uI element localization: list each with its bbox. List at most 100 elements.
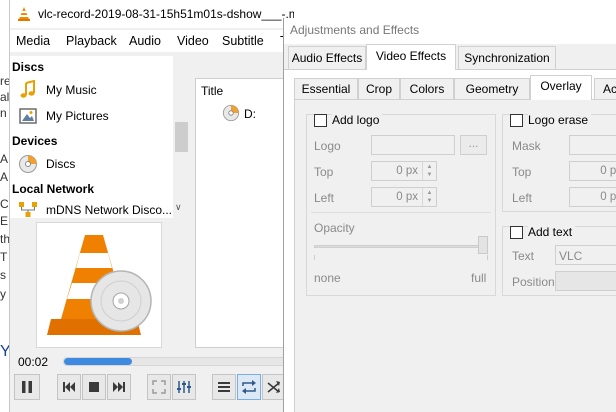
add-logo-label: Add logo <box>332 113 383 127</box>
album-artwork <box>36 222 162 348</box>
vlc-title-bar[interactable]: vlc-record-2019-08-31-15h51m01s-dshow___… <box>10 0 294 28</box>
sidebar-item-label: mDNS Network Disco... <box>46 203 173 217</box>
pause-icon <box>22 381 32 393</box>
tab-crop[interactable]: Crop <box>358 78 400 100</box>
slider-ticks <box>314 255 488 260</box>
erase-top-spinbox[interactable]: 0 px <box>569 161 616 181</box>
fullscreen-button[interactable] <box>147 374 171 400</box>
disc-icon <box>222 104 240 122</box>
loop-button[interactable] <box>237 374 261 400</box>
dialog-title-bar[interactable]: Adjustments and Effects <box>284 18 616 44</box>
browse-logo-button[interactable]: ... <box>460 135 487 155</box>
seek-slider[interactable] <box>63 357 291 366</box>
menu-audio[interactable]: Audio <box>129 34 161 48</box>
logo-left-value: 0 px <box>396 191 418 203</box>
tab-video-effects[interactable]: Video Effects <box>366 44 456 70</box>
menu-video[interactable]: Video <box>177 34 209 48</box>
vlc-main-window: vlc-record-2019-08-31-15h51m01s-dshow___… <box>9 0 294 412</box>
erase-left-spinbox[interactable]: 0 px <box>569 187 616 207</box>
vlc-menu-bar: Media Playback Audio Video Subtitle T <box>10 30 294 52</box>
dialog-title: Adjustments and Effects <box>290 23 420 37</box>
logo-erase-checkbox[interactable] <box>510 114 523 127</box>
pictures-icon <box>19 108 37 124</box>
overlay-text-input[interactable]: VLC <box>555 245 616 265</box>
loop-icon <box>242 380 256 394</box>
previous-button[interactable] <box>57 374 81 400</box>
menu-playback[interactable]: Playback <box>66 34 117 48</box>
adjustments-effects-dialog: Adjustments and Effects Audio Effects Vi… <box>283 18 616 412</box>
video-subtabs: Essential Crop Colors Geometry Overlay A… <box>294 75 616 100</box>
elapsed-time: 00:02 <box>18 355 49 369</box>
vlc-sidebar: Discs My Music My Pictures Devices Discs… <box>10 56 188 218</box>
position-select[interactable] <box>555 271 616 291</box>
stop-button[interactable] <box>82 374 106 400</box>
add-text-checkbox[interactable] <box>510 226 523 239</box>
background-page-strip: re al n A A C E th T s y Y <box>0 0 11 412</box>
tab-geometry[interactable]: Geometry <box>454 78 530 100</box>
background-text: y <box>0 287 6 301</box>
background-text: s <box>0 268 6 282</box>
sidebar-header-devices: Devices <box>12 134 58 148</box>
playlist-toggle-button[interactable] <box>212 374 236 400</box>
next-button[interactable] <box>107 374 131 400</box>
vlc-cone-icon <box>18 7 30 21</box>
tab-overlay[interactable]: Overlay <box>530 75 592 100</box>
erase-top-value: 0 px <box>600 165 616 177</box>
mask-path-input[interactable] <box>569 135 616 155</box>
mask-label: Mask <box>512 139 541 153</box>
sidebar-item-label: Discs <box>46 157 76 171</box>
extended-settings-button[interactable] <box>172 374 196 400</box>
sidebar-scrollbar-thumb[interactable] <box>175 122 188 152</box>
background-text: A <box>0 152 9 166</box>
menu-subtitle[interactable]: Subtitle <box>222 34 264 48</box>
sidebar-item-discs[interactable]: Discs <box>18 153 178 175</box>
music-note-icon <box>20 80 35 98</box>
sidebar-header-local-network: Local Network <box>12 182 95 196</box>
logo-left-spinbox[interactable]: 0 px ▲ ▼ <box>371 187 437 207</box>
opacity-min-label: none <box>314 271 341 285</box>
sidebar-item-my-pictures[interactable]: My Pictures <box>18 105 178 127</box>
playlist-column-title[interactable]: Title <box>201 84 223 98</box>
sidebar-item-my-music[interactable]: My Music <box>18 79 178 101</box>
background-text: al <box>0 90 10 104</box>
sidebar-item-label: My Music <box>46 83 97 97</box>
main-tabs: Audio Effects Video Effects Synchronizat… <box>284 44 616 70</box>
tab-advanced[interactable]: Ac <box>594 78 616 100</box>
logo-top-spinbox[interactable]: 0 px ▲ ▼ <box>371 161 437 181</box>
spin-arrows-icon[interactable]: ▲ ▼ <box>422 188 436 206</box>
logo-path-input[interactable] <box>371 135 455 155</box>
menu-media[interactable]: Media <box>16 34 50 48</box>
background-text: T <box>0 250 8 264</box>
divider <box>311 212 491 213</box>
tab-audio-effects[interactable]: Audio Effects <box>288 46 366 70</box>
logo-top-value: 0 px <box>396 165 418 177</box>
tab-synchronization[interactable]: Synchronization <box>458 46 556 70</box>
chevron-down-icon[interactable]: ∨ <box>175 202 182 213</box>
play-pause-button[interactable] <box>14 374 40 400</box>
add-text-group: Add text Text VLC Position <box>502 225 616 296</box>
opacity-max-label: full <box>471 271 487 285</box>
stop-icon <box>89 382 99 392</box>
add-logo-checkbox[interactable] <box>314 114 327 127</box>
playlist-item-label: D: <box>244 107 256 121</box>
opacity-slider-thumb[interactable] <box>478 236 488 254</box>
sidebar-item-mdns[interactable]: mDNS Network Disco... <box>18 199 178 221</box>
text-field-label: Text <box>512 249 535 263</box>
opacity-slider-track[interactable] <box>314 245 488 248</box>
background-text: C <box>0 197 9 211</box>
tab-colors[interactable]: Colors <box>400 78 454 100</box>
playlist-item[interactable]: D: <box>222 104 282 124</box>
sidebar-scrollbar[interactable]: ∨ <box>173 56 188 218</box>
vlc-window-title: vlc-record-2019-08-31-15h51m01s-dshow___… <box>38 7 294 21</box>
tab-essential[interactable]: Essential <box>294 78 358 100</box>
logo-erase-label: Logo erase <box>528 113 592 127</box>
add-text-label: Add text <box>528 225 576 239</box>
extended-settings-icon <box>177 381 191 393</box>
shuffle-icon <box>267 381 280 393</box>
spin-arrows-icon[interactable]: ▲ ▼ <box>422 162 436 180</box>
playlist-panel: Title D: <box>195 78 291 348</box>
opacity-label: Opacity <box>314 221 355 235</box>
seek-progress-fill <box>64 358 132 365</box>
background-text: n <box>0 106 7 120</box>
position-label: Position <box>512 275 555 289</box>
